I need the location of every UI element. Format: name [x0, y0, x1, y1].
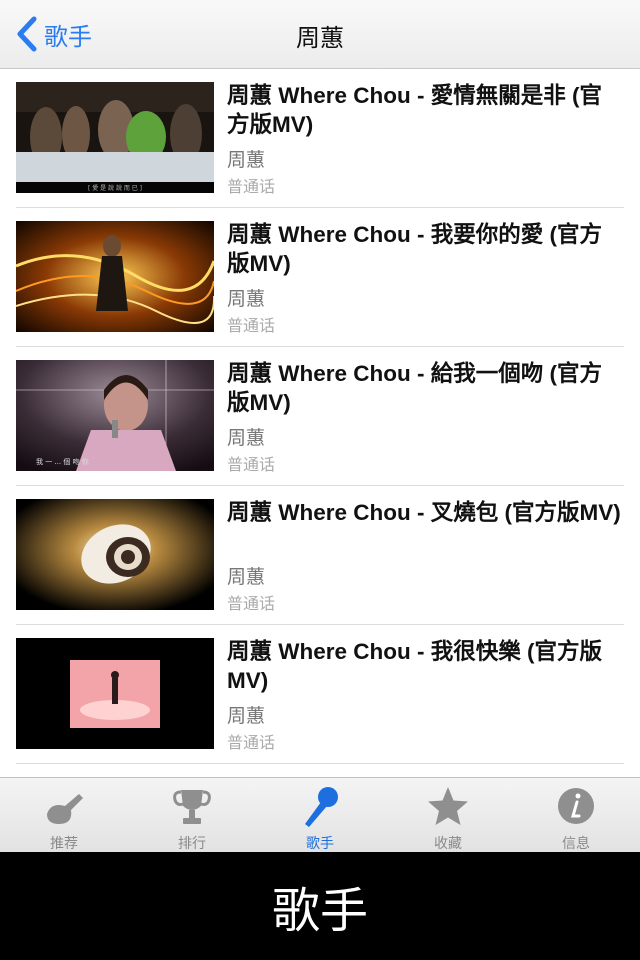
video-title: 周蕙 Where Chou - 我很快樂 (官方版MV): [227, 639, 602, 693]
tab-recommend[interactable]: 推荐: [0, 778, 128, 853]
tab-singer[interactable]: 歌手: [256, 778, 384, 853]
banner-text: 歌手: [271, 883, 368, 939]
video-language: 普通话: [227, 316, 276, 335]
video-thumbnail: 我 一 ... 個 吻 你: [16, 360, 214, 471]
video-title: 周蕙 Where Chou - 給我一個吻 (官方版MV): [227, 361, 602, 415]
tab-label: 信息: [562, 836, 590, 852]
video-row[interactable]: 周蕙 Where Chou - 我很快樂 (官方版MV) 周蕙 普通话: [0, 625, 640, 764]
tab-info[interactable]: 信息: [512, 778, 640, 853]
video-thumbnail: [16, 221, 214, 332]
video-language: 普通话: [227, 455, 276, 474]
tab-label: 排行: [178, 836, 206, 852]
star-icon: [428, 787, 468, 825]
tab-label: 收藏: [434, 836, 462, 852]
video-language: 普通话: [227, 594, 276, 613]
video-row[interactable]: 周蕙 Where Chou - 叉燒包 (官方版MV) 周蕙 普通话: [0, 486, 640, 625]
video-list[interactable]: [ 愛 是 說 說 而 已 ] 周蕙 Where Chou - 愛情無關是非 (…: [0, 69, 640, 777]
page-title: 周蕙: [296, 24, 344, 52]
info-icon: [558, 788, 594, 824]
navigation-bar: 歌手 周蕙: [0, 0, 640, 69]
video-thumbnail: [16, 638, 214, 749]
video-artist: 周蕙: [227, 566, 266, 588]
thumbnail-caption: [ 愛 是 說 說 而 已 ]: [88, 184, 142, 192]
microphone-icon: [305, 787, 338, 827]
tab-label: 推荐: [50, 836, 78, 852]
video-row[interactable]: [ 愛 是 說 說 而 已 ] 周蕙 Where Chou - 愛情無關是非 (…: [0, 69, 640, 208]
video-artist: 周蕙: [227, 149, 266, 171]
video-row[interactable]: 我 一 ... 個 吻 你 周蕙 Where Chou - 給我一個吻 (官方版…: [0, 347, 640, 486]
video-artist: 周蕙: [227, 427, 266, 449]
video-thumbnail: [16, 499, 214, 610]
tab-favorites[interactable]: 收藏: [384, 778, 512, 853]
tab-rank[interactable]: 排行: [128, 778, 256, 853]
thumbnail-caption: 我 一 ... 個 吻 你: [36, 457, 89, 466]
video-thumbnail: [ 愛 是 說 說 而 已 ]: [16, 82, 214, 193]
video-title: 周蕙 Where Chou - 叉燒包 (官方版MV): [227, 500, 621, 525]
video-language: 普通话: [227, 733, 276, 752]
video-language: 普通话: [227, 177, 276, 196]
video-artist: 周蕙: [227, 705, 266, 727]
video-title: 周蕙 Where Chou - 愛情無關是非 (官方版MV): [227, 83, 602, 137]
tab-bar: 推荐 排行 歌手 收藏 信息: [0, 777, 640, 853]
video-row[interactable]: 周蕙 Where Chou - 我要你的愛 (官方版MV) 周蕙 普通话: [0, 208, 640, 347]
guitar-icon: [47, 794, 83, 824]
video-title: 周蕙 Where Chou - 我要你的愛 (官方版MV): [227, 222, 602, 276]
tab-label: 歌手: [306, 836, 334, 852]
bottom-banner: 歌手: [0, 852, 640, 960]
trophy-icon: [173, 790, 211, 824]
video-artist: 周蕙: [227, 288, 266, 310]
